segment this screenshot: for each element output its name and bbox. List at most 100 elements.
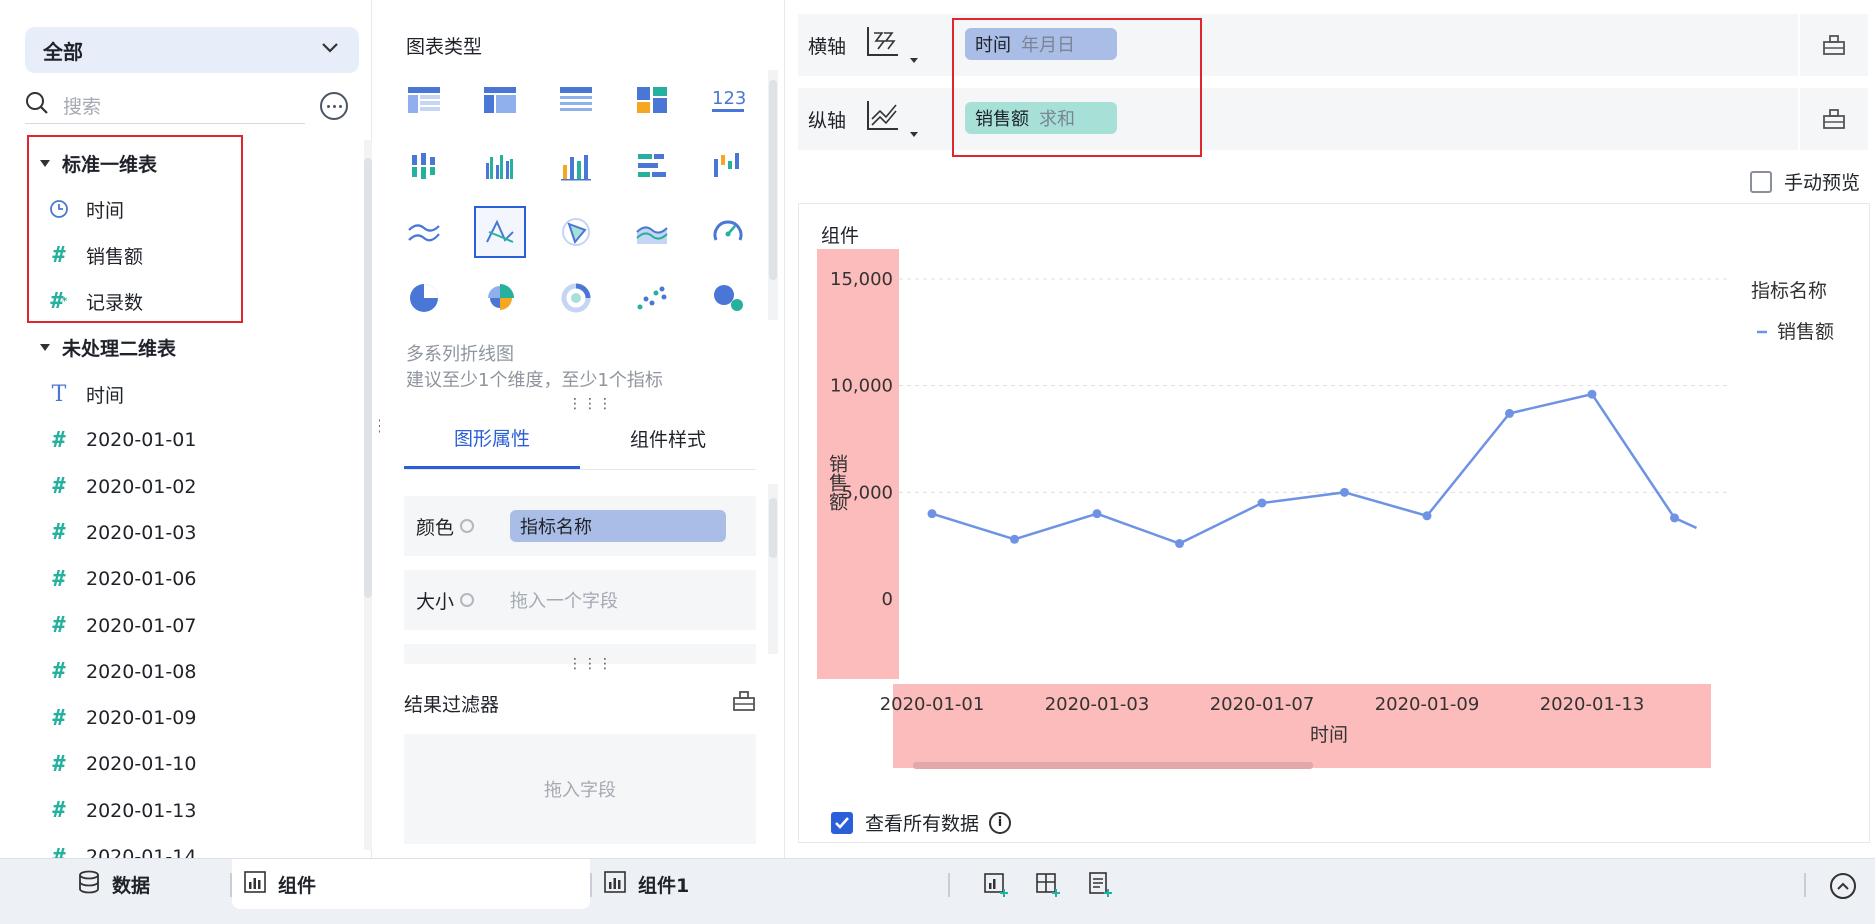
number-card-icon[interactable]: 123 (702, 74, 754, 126)
collapse-up-icon[interactable] (1830, 873, 1856, 899)
x-tick-label: 2020-01-13 (1540, 694, 1645, 715)
add-report-icon[interactable] (1088, 871, 1114, 902)
axis-settings-icon[interactable] (1822, 34, 1846, 61)
field-item[interactable]: T 时间 (0, 371, 360, 417)
field-item[interactable]: #2020-01-03 (0, 510, 360, 556)
search-input[interactable]: 搜索 (25, 88, 305, 124)
property-color[interactable]: 颜色 指标名称 (404, 496, 756, 556)
size-drop-placeholder: 拖入一个字段 (510, 591, 618, 612)
tab-component1[interactable]: 组件1 (604, 859, 804, 909)
search-placeholder: 搜索 (63, 96, 102, 118)
stacked-column-icon[interactable] (398, 140, 450, 192)
field-item[interactable]: #2020-01-09 (0, 695, 360, 741)
x-axis-label: 横轴 (808, 35, 847, 58)
add-component-icon[interactable] (984, 871, 1010, 902)
data-point (1670, 513, 1679, 523)
collapse-triangle-icon (40, 344, 50, 352)
gear-icon[interactable] (460, 593, 475, 607)
waterfall-chart-icon[interactable] (702, 140, 754, 192)
dashboard-kpi-icon[interactable] (626, 74, 678, 126)
field-item-label: 2020-01-03 (86, 521, 197, 544)
tab-data[interactable]: 数据 (78, 859, 228, 909)
dataset-selector-label: 全部 (43, 39, 83, 64)
area-chart-icon[interactable] (626, 206, 678, 258)
y-tick-label: 10,000 (830, 376, 893, 397)
detail-table-icon[interactable] (550, 74, 602, 126)
tab-component[interactable]: 组件 (232, 859, 590, 909)
number-icon: # (52, 705, 66, 731)
number-icon: # (52, 520, 66, 546)
x-axis-title: 时间 (1310, 724, 1348, 746)
line-chart-icon-selected[interactable] (474, 206, 526, 258)
tab-data-label: 数据 (112, 874, 151, 897)
chart-type-scrollbar[interactable] (768, 70, 778, 320)
field-item-label: 时间 (86, 384, 125, 407)
donut-chart-icon[interactable] (550, 272, 602, 324)
table-chart-icon[interactable] (398, 74, 450, 126)
manual-preview-toggle[interactable]: 手动预览 (1750, 168, 1860, 195)
data-point (1587, 389, 1597, 399)
field-item-label: 2020-01-06 (86, 568, 197, 591)
add-dashboard-icon[interactable] (1036, 871, 1062, 902)
show-all-data-checkbox[interactable] (831, 811, 853, 834)
column-chart-icon[interactable] (550, 140, 602, 192)
field-item[interactable]: #2020-01-13 (0, 788, 360, 834)
field-item[interactable]: #2020-01-02 (0, 463, 360, 509)
result-filter-dropzone[interactable]: 拖入字段 (404, 734, 756, 844)
rose-chart-icon[interactable] (474, 272, 526, 324)
number-icon: # (52, 566, 66, 592)
number-icon: # (52, 474, 66, 500)
radar-chart-icon[interactable] (550, 206, 602, 258)
search-icon (25, 91, 49, 120)
chart-scrollbar (913, 762, 1313, 769)
chart-tab-icon (244, 870, 266, 898)
gauge-chart-icon[interactable] (702, 206, 754, 258)
manual-preview-checkbox[interactable] (1750, 170, 1772, 193)
scrollbar-thumb[interactable] (364, 158, 372, 598)
property-color-label: 颜色 (416, 513, 516, 540)
field-item-label: 2020-01-07 (86, 614, 197, 637)
field-item[interactable]: #2020-01-08 (0, 649, 360, 695)
table-group-header[interactable]: 未处理二维表 (0, 325, 360, 371)
filter-settings-icon[interactable] (732, 690, 756, 717)
data-point (1505, 408, 1514, 418)
tab-graphic-properties[interactable]: 图形属性 (404, 408, 580, 469)
field-item[interactable]: #2020-01-10 (0, 741, 360, 787)
bubble-chart-icon[interactable] (702, 272, 754, 324)
more-options-icon[interactable] (320, 92, 348, 120)
chart-editor: 横轴 时间 年月日 纵轴 销售额 求和 手动预览 组件 0 5,000 10,0… (790, 0, 1875, 858)
data-point (1257, 498, 1267, 508)
axis-settings-icon[interactable] (1822, 108, 1846, 135)
multi-line-chart-icon[interactable] (398, 206, 450, 258)
tab-component1-label: 组件1 (638, 874, 690, 897)
color-field-pill[interactable]: 指标名称 (510, 510, 726, 542)
dataset-selector[interactable]: 全部 (25, 27, 359, 73)
scatter-chart-icon[interactable] (626, 272, 678, 324)
info-icon[interactable]: i (989, 811, 1012, 834)
bar-chart-icon[interactable] (626, 140, 678, 192)
crosstab-chart-icon[interactable] (474, 74, 526, 126)
grouped-column-icon[interactable] (474, 140, 526, 192)
field-item[interactable]: #2020-01-06 (0, 556, 360, 602)
data-point (1340, 487, 1349, 497)
tab-component-style[interactable]: 组件样式 (580, 408, 756, 469)
property-size[interactable]: 大小 拖入一个字段 (404, 570, 756, 630)
show-all-data-toggle[interactable]: 查看所有数据 i (831, 809, 1012, 836)
table-group-name: 未处理二维表 (62, 338, 177, 361)
legend-title: 指标名称 (1751, 280, 1827, 302)
section-resize-handle[interactable]: ⋮⋮⋮ (568, 656, 613, 672)
y-axis-type-icon[interactable] (862, 99, 918, 139)
line-chart[interactable]: 组件 0 5,000 10,000 15,000 销售额 2020-01-01 2020-01… (799, 204, 1869, 794)
x-tick-label: 2020-01-07 (1210, 694, 1315, 715)
pie-chart-icon[interactable] (398, 272, 450, 324)
gear-icon[interactable] (460, 519, 475, 533)
property-scrollbar[interactable] (768, 484, 778, 654)
number-icon: # (52, 613, 66, 639)
svg-text:123: 123 (712, 88, 746, 109)
y-axis-label: 纵轴 (808, 109, 847, 132)
field-item[interactable]: #2020-01-07 (0, 602, 360, 648)
chart-tab-icon (604, 870, 626, 898)
field-item[interactable]: #2020-01-01 (0, 417, 360, 463)
x-axis-type-icon[interactable] (862, 25, 918, 65)
x-tick-label: 2020-01-09 (1375, 694, 1480, 715)
